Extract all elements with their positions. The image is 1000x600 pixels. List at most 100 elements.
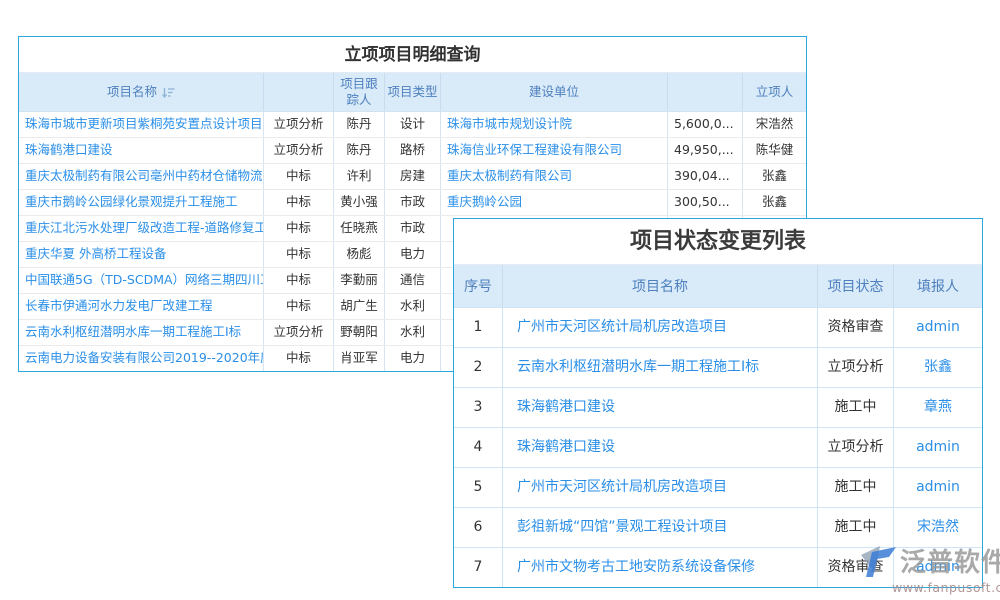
tracker-cell: 李勤丽 — [334, 268, 385, 293]
column-header-project-name[interactable]: 项目名称 — [19, 73, 264, 111]
table-row: 7广州市文物考古工地安防系统设备保修资格审查admin — [454, 547, 982, 587]
tracker-cell: 任晓燕 — [334, 216, 385, 241]
table-row: 4珠海鹤港口建设立项分析admin — [454, 427, 982, 467]
amount-cell: 300,50... — [668, 190, 743, 215]
org-link[interactable]: 重庆太极制药有限公司 — [441, 164, 668, 189]
reporter-link[interactable]: admin — [894, 428, 982, 467]
project-type-cell: 电力 — [385, 346, 441, 371]
creator-cell: 张鑫 — [743, 164, 806, 189]
project-status-cell: 中标 — [264, 294, 334, 319]
status-table-title: 项目状态变更列表 — [454, 219, 982, 264]
row-number-cell: 2 — [454, 348, 503, 387]
project-status-cell: 立项分析 — [818, 348, 894, 387]
tracker-cell: 野朝阳 — [334, 320, 385, 345]
project-name-link[interactable]: 珠海市城市更新项目紫桐苑安置点设计项目 — [19, 112, 264, 137]
tracker-cell: 黄小强 — [334, 190, 385, 215]
org-link[interactable]: 重庆鹅岭公园 — [441, 190, 668, 215]
column-header-project-name: 项目名称 — [503, 265, 818, 307]
project-name-link[interactable]: 中国联通5G（TD-SCDMA）网络三期四川工程 — [19, 268, 264, 293]
column-header-amount — [668, 73, 743, 111]
project-name-link[interactable]: 重庆江北污水处理厂级改造工程-道路修复工程 — [19, 216, 264, 241]
reporter-link[interactable]: admin — [894, 548, 982, 587]
project-name-link[interactable]: 珠海鹤港口建设 — [503, 428, 818, 467]
status-table-header: 序号 项目名称 项目状态 填报人 — [454, 264, 982, 307]
project-name-link[interactable]: 长春市伊通河水力发电厂改建工程 — [19, 294, 264, 319]
tracker-cell: 胡广生 — [334, 294, 385, 319]
project-status-cell: 中标 — [264, 268, 334, 293]
reporter-link[interactable]: 宋浩然 — [894, 508, 982, 547]
tracker-cell: 陈丹 — [334, 112, 385, 137]
project-type-cell: 市政 — [385, 216, 441, 241]
project-name-link[interactable]: 广州市天河区统计局机房改造项目 — [503, 308, 818, 347]
project-name-link[interactable]: 重庆华夏 外高桥工程设备 — [19, 242, 264, 267]
detail-table-header: 项目名称 项目跟踪人 项目类型 建设单位 立项人 — [19, 73, 806, 111]
reporter-link[interactable]: admin — [894, 468, 982, 507]
tracker-cell: 肖亚军 — [334, 346, 385, 371]
project-status-cell: 施工中 — [818, 468, 894, 507]
org-link[interactable]: 珠海信业环保工程建设有限公司 — [441, 138, 668, 163]
project-name-link[interactable]: 广州市文物考古工地安防系统设备保修 — [503, 548, 818, 587]
column-header-status: 项目状态 — [818, 265, 894, 307]
detail-table-title: 立项项目明细查询 — [19, 37, 806, 73]
column-header-tracker: 项目跟踪人 — [334, 73, 385, 111]
sort-icon[interactable] — [162, 87, 175, 98]
table-row: 珠海鹤港口建设立项分析陈丹路桥珠海信业环保工程建设有限公司49,950,...陈… — [19, 137, 806, 163]
project-status-cell: 中标 — [264, 164, 334, 189]
creator-cell: 张鑫 — [743, 190, 806, 215]
project-status-cell: 资格审查 — [818, 548, 894, 587]
org-link[interactable]: 珠海市城市规划设计院 — [441, 112, 668, 137]
amount-cell: 390,04... — [668, 164, 743, 189]
row-number-cell: 6 — [454, 508, 503, 547]
project-type-cell: 电力 — [385, 242, 441, 267]
project-type-cell: 水利 — [385, 320, 441, 345]
column-header-type: 项目类型 — [385, 73, 441, 111]
project-name-link[interactable]: 珠海鹤港口建设 — [503, 388, 818, 427]
row-number-cell: 1 — [454, 308, 503, 347]
table-row: 珠海市城市更新项目紫桐苑安置点设计项目立项分析陈丹设计珠海市城市规划设计院5,6… — [19, 111, 806, 137]
column-header-status — [264, 73, 334, 111]
project-type-cell: 水利 — [385, 294, 441, 319]
project-status-cell: 施工中 — [818, 508, 894, 547]
creator-cell: 宋浩然 — [743, 112, 806, 137]
creator-cell: 陈华健 — [743, 138, 806, 163]
project-name-link[interactable]: 广州市天河区统计局机房改造项目 — [503, 468, 818, 507]
project-name-link[interactable]: 重庆市鹅岭公园绿化景观提升工程施工 — [19, 190, 264, 215]
column-header-org: 建设单位 — [441, 73, 668, 111]
row-number-cell: 7 — [454, 548, 503, 587]
project-name-link[interactable]: 云南电力设备安装有限公司2019--2020年度劳务 — [19, 346, 264, 371]
project-type-cell: 路桥 — [385, 138, 441, 163]
column-header-label: 项目名称 — [107, 84, 157, 100]
tracker-cell: 许利 — [334, 164, 385, 189]
reporter-link[interactable]: 张鑫 — [894, 348, 982, 387]
table-row: 5广州市天河区统计局机房改造项目施工中admin — [454, 467, 982, 507]
project-name-link[interactable]: 珠海鹤港口建设 — [19, 138, 264, 163]
project-type-cell: 房建 — [385, 164, 441, 189]
table-row: 6彭祖新城“四馆”景观工程设计项目施工中宋浩然 — [454, 507, 982, 547]
reporter-link[interactable]: admin — [894, 308, 982, 347]
project-name-link[interactable]: 云南水利枢纽潜明水库一期工程施工I标 — [19, 320, 264, 345]
reporter-link[interactable]: 章燕 — [894, 388, 982, 427]
project-status-cell: 立项分析 — [264, 320, 334, 345]
project-name-link[interactable]: 云南水利枢纽潜明水库一期工程施工I标 — [503, 348, 818, 387]
table-row: 2云南水利枢纽潜明水库一期工程施工I标立项分析张鑫 — [454, 347, 982, 387]
project-name-link[interactable]: 重庆太极制药有限公司亳州中药材仓储物流基地 — [19, 164, 264, 189]
project-status-cell: 中标 — [264, 242, 334, 267]
project-type-cell: 市政 — [385, 190, 441, 215]
project-status-cell: 立项分析 — [264, 112, 334, 137]
project-status-cell: 立项分析 — [264, 138, 334, 163]
table-row: 重庆市鹅岭公园绿化景观提升工程施工中标黄小强市政重庆鹅岭公园300,50...张… — [19, 189, 806, 215]
tracker-cell: 陈丹 — [334, 138, 385, 163]
amount-cell: 49,950,... — [668, 138, 743, 163]
amount-cell: 5,600,0... — [668, 112, 743, 137]
row-number-cell: 5 — [454, 468, 503, 507]
project-status-cell: 中标 — [264, 216, 334, 241]
status-table-body: 1广州市天河区统计局机房改造项目资格审查admin2云南水利枢纽潜明水库一期工程… — [454, 307, 982, 587]
project-type-cell: 设计 — [385, 112, 441, 137]
column-header-reporter: 填报人 — [894, 265, 982, 307]
project-status-cell: 立项分析 — [818, 428, 894, 467]
table-row: 重庆太极制药有限公司亳州中药材仓储物流基地中标许利房建重庆太极制药有限公司390… — [19, 163, 806, 189]
table-row: 3珠海鹤港口建设施工中章燕 — [454, 387, 982, 427]
project-status-cell: 中标 — [264, 346, 334, 371]
row-number-cell: 3 — [454, 388, 503, 427]
project-name-link[interactable]: 彭祖新城“四馆”景观工程设计项目 — [503, 508, 818, 547]
